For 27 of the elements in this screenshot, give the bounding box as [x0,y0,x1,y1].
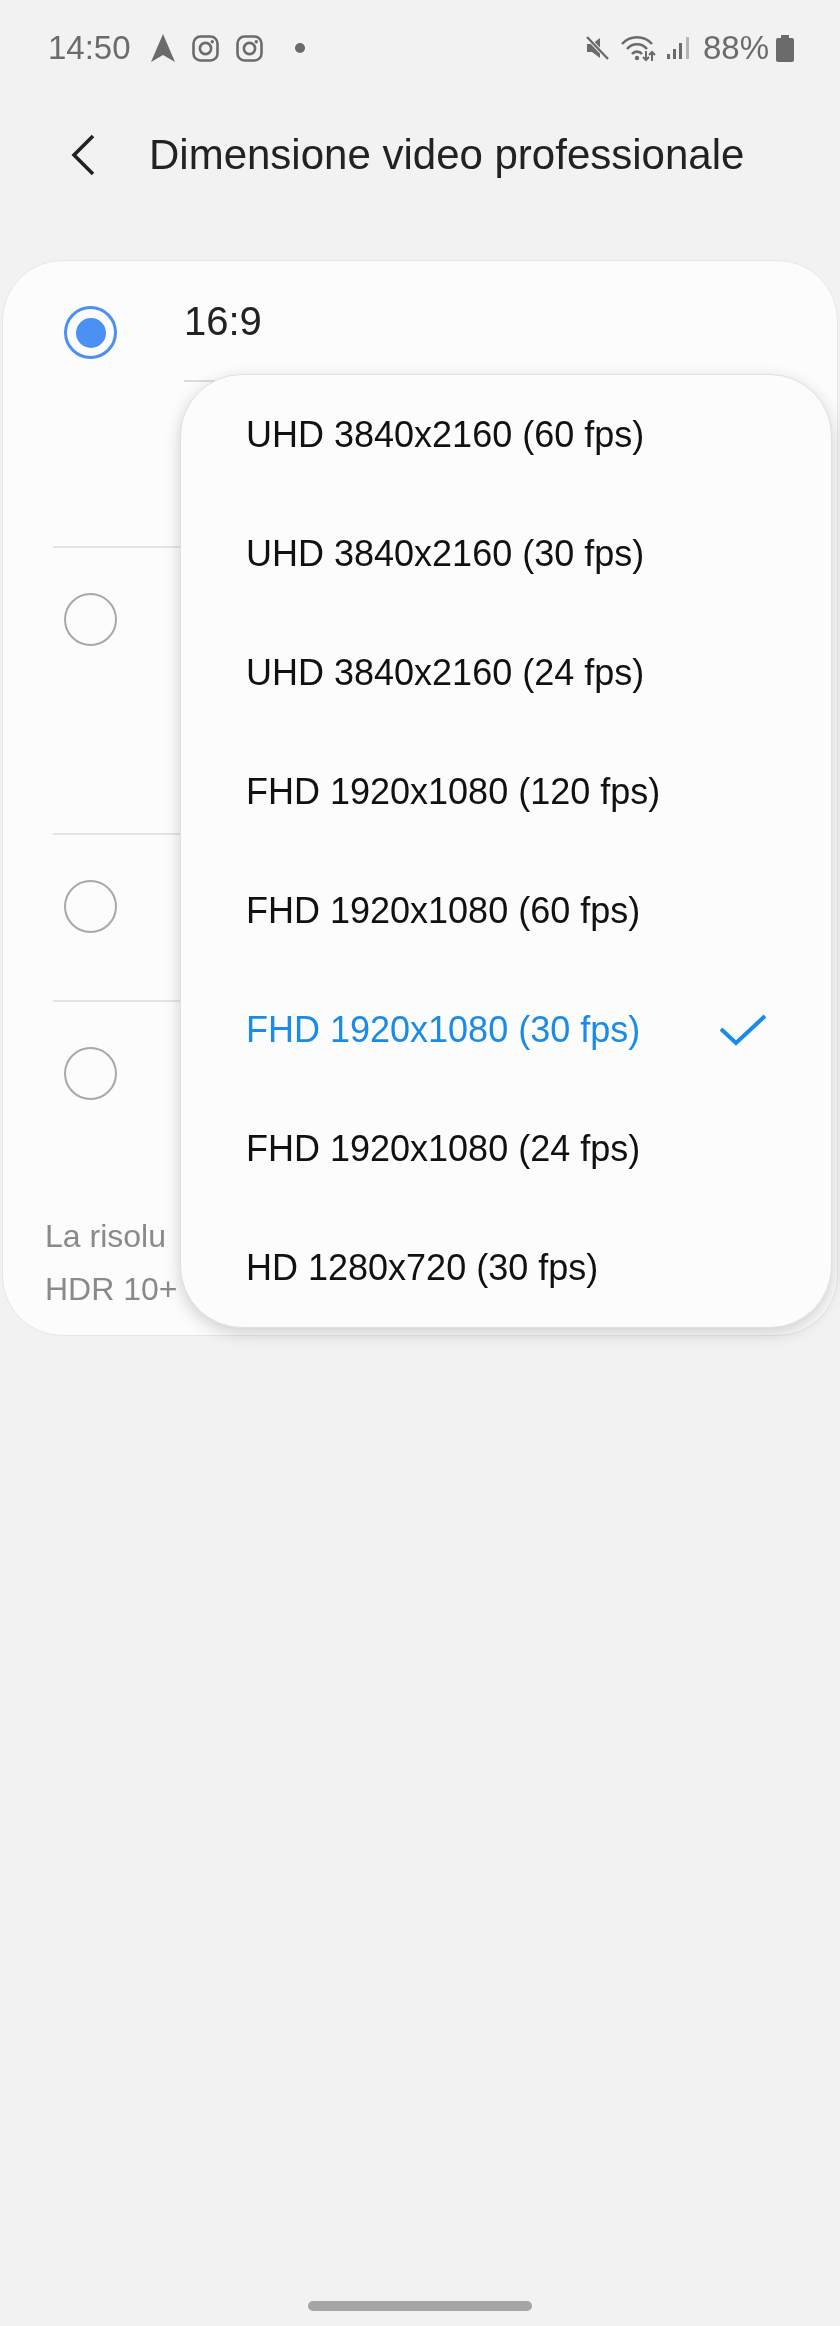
radio-button[interactable] [64,1047,117,1100]
battery-icon [776,34,794,62]
mute-icon [583,35,610,61]
option-label: 16:9 [184,298,262,345]
clock-text: 14:50 [48,29,131,67]
camera-icon [191,34,219,62]
menu-option[interactable]: HD 1280x720 (30 fps) [181,1208,831,1327]
menu-option[interactable]: UHD 3840x2160 (24 fps) [181,613,831,732]
page-title: Dimensione video professionale [149,131,745,179]
menu-option[interactable]: FHD 1920x1080 (60 fps) [181,851,831,970]
signal-icon [666,37,690,59]
menu-option[interactable]: UHD 3840x2160 (60 fps) [181,375,831,494]
radio-button[interactable] [64,880,117,933]
radio-button[interactable] [64,593,117,646]
radio-button[interactable] [64,306,117,359]
navigation-arrow-icon [150,34,175,62]
description-text: HDR 10+ [45,1270,178,1309]
wifi-icon [620,34,656,62]
menu-option[interactable]: UHD 3840x2160 (30 fps) [181,494,831,613]
menu-option[interactable]: FHD 1920x1080 (120 fps) [181,732,831,851]
back-icon [70,134,96,176]
menu-option[interactable]: FHD 1920x1080 (24 fps) [181,1089,831,1208]
camera-icon [235,34,263,62]
battery-percent-text: 88% [702,29,769,67]
dot-icon [294,43,305,53]
check-icon [719,1013,767,1046]
description-text: La risolu [45,1217,166,1256]
